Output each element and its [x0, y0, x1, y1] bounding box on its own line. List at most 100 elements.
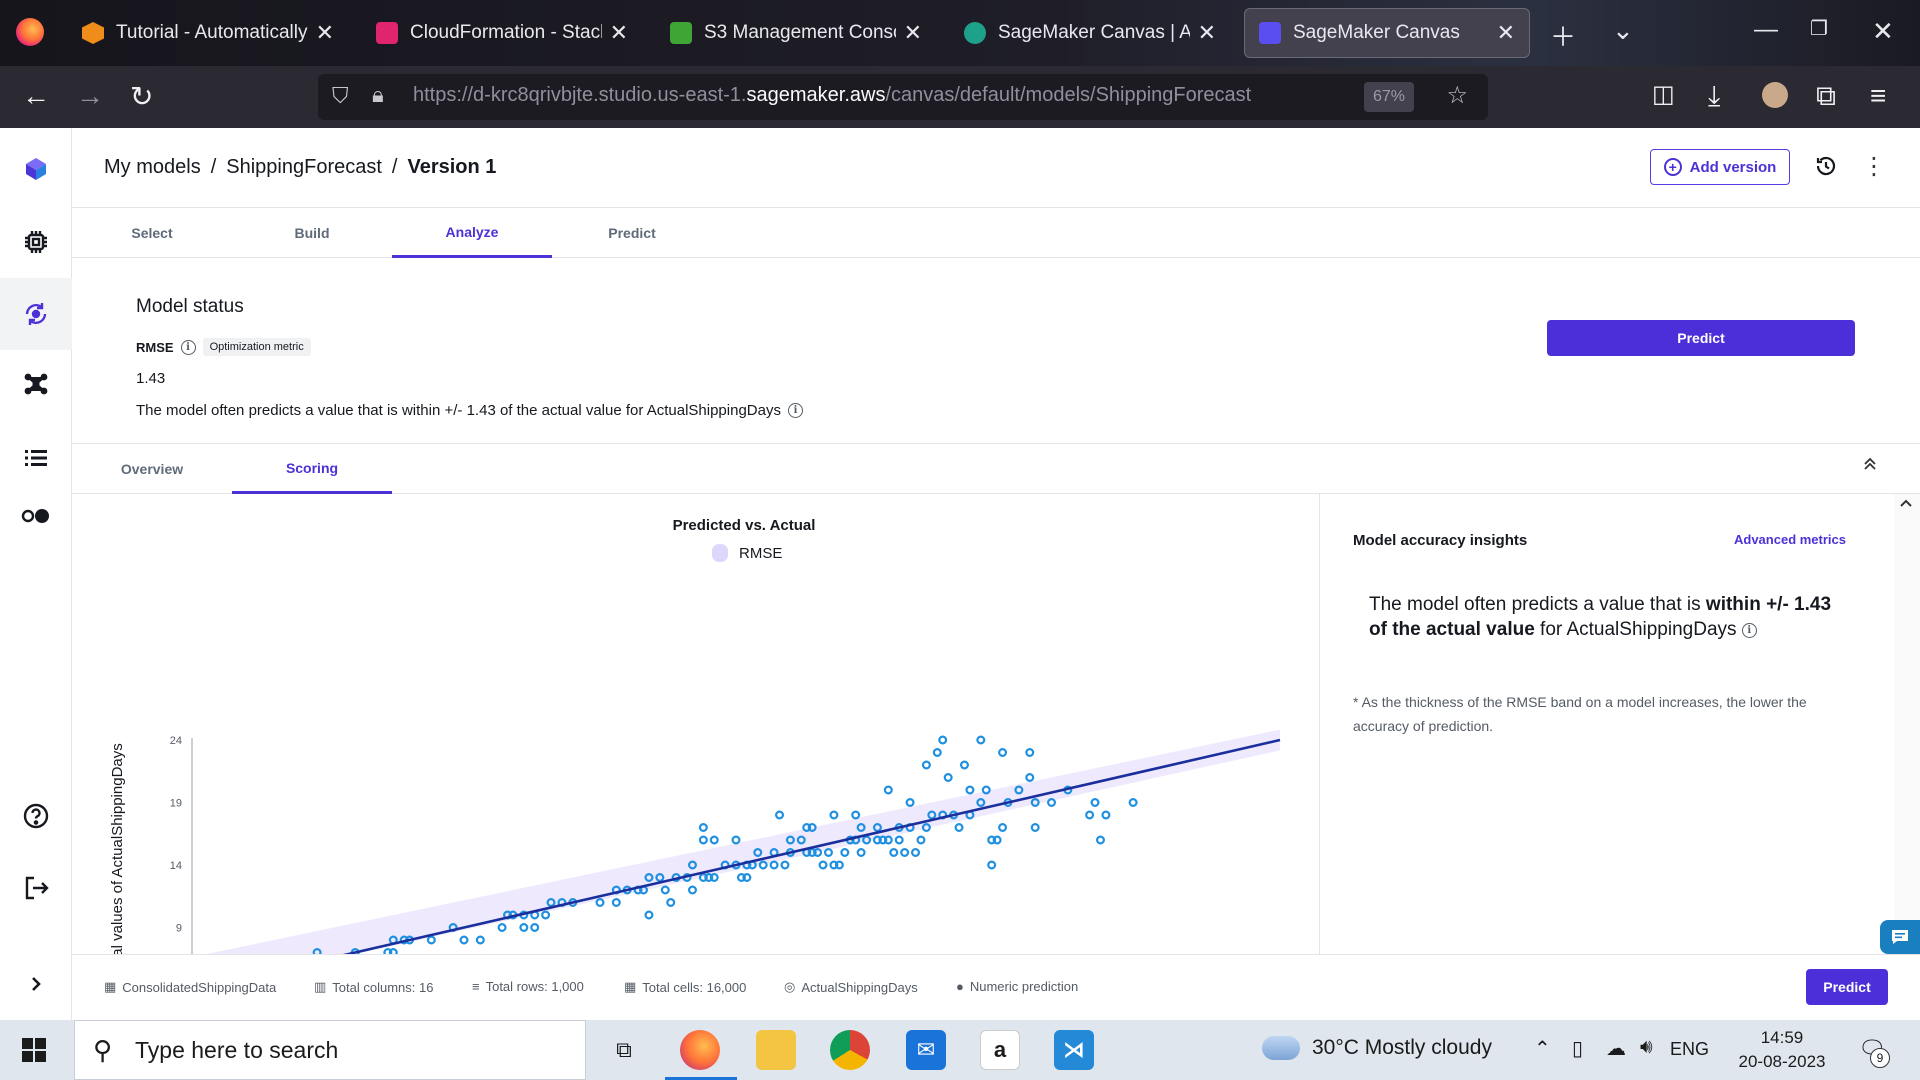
info-icon[interactable]: i [1741, 623, 1757, 638]
browser-tab-4[interactable]: SageMaker Canvas | Amaz ✕ [950, 8, 1230, 58]
chip-icon[interactable] [20, 226, 52, 258]
minimize-icon[interactable]: — [1754, 16, 1778, 44]
accuracy-insights-panel: Model accuracy insights Advanced metrics… [1321, 494, 1894, 954]
info-icon[interactable]: i [787, 403, 803, 418]
info-icon[interactable]: i [180, 339, 196, 355]
y-tick-label: 24 [170, 735, 182, 747]
breadcrumb-my-models[interactable]: My models [104, 156, 201, 179]
restore-icon[interactable]: ❐ [1810, 16, 1828, 41]
file-explorer-icon[interactable] [756, 1030, 796, 1070]
models-cycle-icon[interactable] [20, 298, 52, 330]
scrollbar[interactable] [1894, 494, 1920, 954]
pocket-icon[interactable]: ◫ [1652, 80, 1675, 109]
close-tab-icon[interactable]: ✕ [1198, 20, 1216, 46]
tab-scoring[interactable]: Scoring [232, 444, 392, 494]
footer-columns: ▥ Total columns: 16 [314, 979, 434, 995]
y-tick-label: 9 [176, 923, 182, 935]
scatter-point [856, 848, 866, 858]
scroll-up-chevron-icon[interactable] [1898, 496, 1914, 514]
scoring-chart-panel: Predicted vs. ActualRMSE4681012141618202… [72, 494, 1320, 1052]
new-tab-icon[interactable]: ＋ [1550, 17, 1576, 54]
toggle-dots-icon[interactable] [20, 500, 52, 532]
taskbar-search-input[interactable]: ⚲ Type here to search [74, 1020, 586, 1080]
back-icon[interactable]: ← [22, 80, 50, 112]
scatter-point [698, 823, 708, 833]
analysis-subtabs: Overview Scoring [72, 444, 1920, 494]
show-hidden-icons-chevron-icon[interactable]: ⌃ [1534, 1036, 1551, 1061]
nodes-icon[interactable] [20, 368, 52, 400]
browser-tab-1[interactable]: Tutorial - Automatically Cr ✕ [68, 8, 348, 58]
downloads-icon[interactable]: ⤓ [1708, 80, 1720, 113]
footer-model-type: ● Numeric prediction [956, 979, 1079, 994]
url-bar[interactable]: ⛉ 🔒︎ https://d-krc8qrivbjte.studio.us-ea… [318, 74, 1488, 120]
reload-icon[interactable]: ↻ [130, 80, 153, 113]
volume-icon[interactable]: 🔊︎ [1640, 1036, 1653, 1059]
scatter-point [660, 885, 670, 895]
zoom-level[interactable]: 67% [1364, 82, 1414, 112]
shield-icon[interactable]: ⛉ [332, 83, 349, 109]
close-tab-icon[interactable]: ✕ [1497, 20, 1515, 46]
bookmark-star-icon[interactable]: ☆ [1446, 81, 1468, 110]
step-analyze[interactable]: Analyze [392, 208, 552, 258]
account-avatar-icon[interactable] [1762, 82, 1788, 108]
chart-title: Predicted vs. Actual [673, 517, 816, 534]
breadcrumb-model[interactable]: ShippingForecast [226, 156, 382, 179]
browser-tab-5-active[interactable]: SageMaker Canvas ✕ [1244, 8, 1530, 58]
scatter-point [519, 923, 529, 933]
more-options-icon[interactable]: ⋮ [1862, 152, 1886, 181]
sign-out-icon[interactable] [20, 872, 52, 904]
browser-tab-3[interactable]: S3 Management Console ✕ [656, 8, 936, 58]
language-indicator[interactable]: ENG [1670, 1039, 1709, 1060]
canvas-logo-icon[interactable] [20, 152, 52, 184]
list-tabs-chevron-icon[interactable]: ⌄ [1612, 15, 1634, 46]
tab-overview[interactable]: Overview [72, 444, 232, 494]
close-tab-icon[interactable]: ✕ [904, 20, 922, 46]
menu-hamburger-icon[interactable]: ≡ [1870, 80, 1886, 112]
scatter-point [709, 873, 719, 883]
scatter-point [992, 835, 1002, 845]
forward-icon[interactable]: → [76, 80, 104, 112]
scatter-point [1101, 810, 1111, 820]
close-window-icon[interactable]: ✕ [1872, 16, 1894, 47]
step-predict[interactable]: Predict [552, 208, 712, 258]
firefox-taskbar-icon[interactable] [680, 1030, 720, 1070]
mail-icon[interactable]: ✉ [906, 1030, 946, 1070]
expand-rail-chevron-icon[interactable] [20, 968, 52, 1000]
advanced-metrics-link[interactable]: Advanced metrics [1734, 532, 1846, 547]
chat-feedback-icon[interactable] [1880, 920, 1920, 954]
scatter-point [959, 760, 969, 770]
chrome-icon[interactable] [830, 1030, 870, 1070]
vscode-icon[interactable]: ⋊ [1054, 1030, 1094, 1070]
scatter-point [889, 848, 899, 858]
predict-button[interactable]: Predict [1547, 320, 1855, 356]
version-history-icon[interactable] [1814, 154, 1838, 185]
insights-title: Model accuracy insights [1353, 532, 1528, 549]
target-icon: ◎ [784, 979, 796, 994]
footer-cells: ▦ Total cells: 16,000 [624, 979, 747, 995]
help-icon[interactable] [20, 800, 52, 832]
windows-start-icon[interactable] [22, 1038, 46, 1062]
lock-icon[interactable]: 🔒︎ [372, 82, 384, 108]
meet-now-icon[interactable]: ▯ [1572, 1036, 1583, 1061]
step-select[interactable]: Select [72, 208, 232, 258]
close-tab-icon[interactable]: ✕ [316, 20, 334, 46]
workflow-steps: Select Build Analyze Predict [72, 208, 1920, 258]
scatter-point [687, 885, 697, 895]
network-icon[interactable]: ☁ [1606, 1036, 1626, 1061]
amazon-icon[interactable]: a [980, 1030, 1020, 1070]
footer-predict-button[interactable]: Predict [1806, 969, 1888, 1005]
list-icon[interactable] [20, 442, 52, 474]
dataset-footer: ▦ ConsolidatedShippingData ▥ Total columns… [72, 954, 1920, 1020]
weather-widget[interactable]: 30°C Mostly cloudy [1262, 1036, 1492, 1060]
task-view-icon[interactable]: ⧉ [604, 1030, 644, 1070]
extensions-icon[interactable]: ⧉ [1816, 80, 1836, 113]
step-build[interactable]: Build [232, 208, 392, 258]
add-version-button[interactable]: + Add version [1650, 149, 1790, 185]
scatter-point [905, 798, 915, 808]
browser-tab-2[interactable]: CloudFormation - Stack Cl ✕ [362, 8, 642, 58]
url-text[interactable]: https://d-krc8qrivbjte.studio.us-east-1.… [413, 84, 1251, 107]
scatter-point [1025, 773, 1035, 783]
clock[interactable]: 14:59 20-08-2023 [1732, 1026, 1832, 1074]
close-tab-icon[interactable]: ✕ [610, 20, 628, 46]
collapse-chevrons-icon[interactable] [1862, 456, 1878, 477]
